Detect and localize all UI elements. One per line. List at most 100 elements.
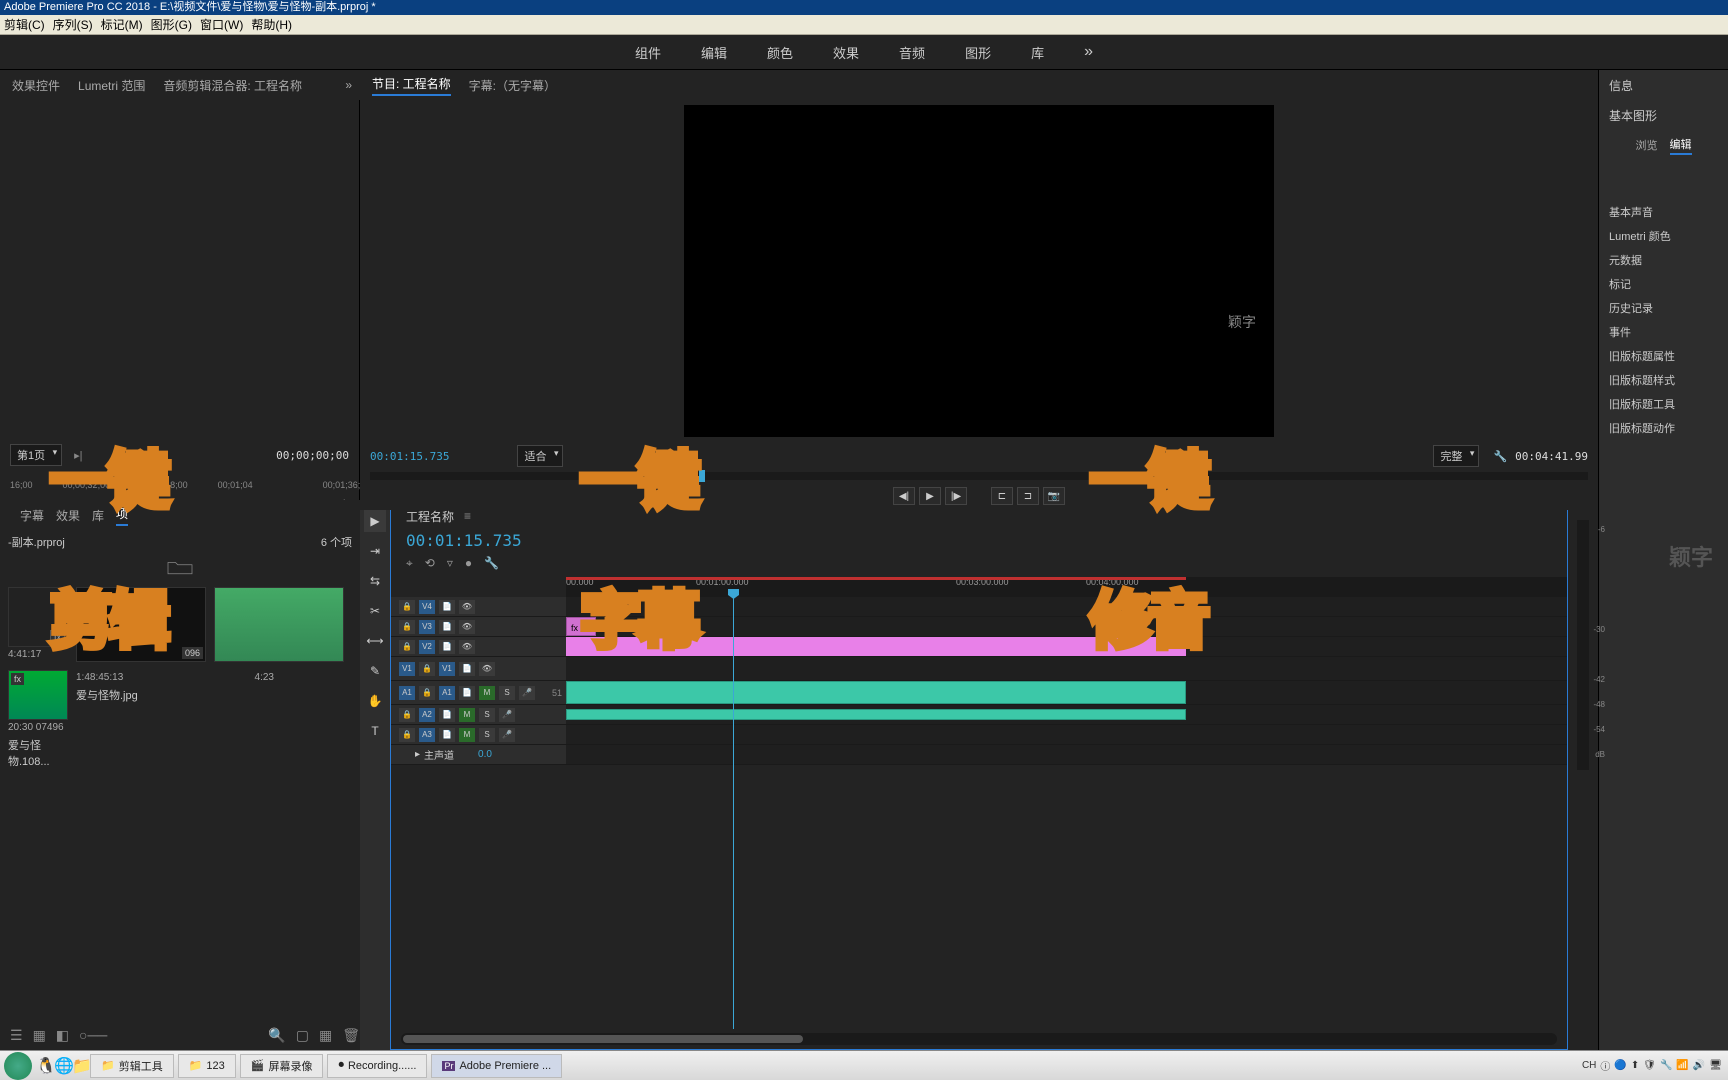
- sequence-name[interactable]: 工程名称: [406, 508, 454, 525]
- ws-graphics[interactable]: 图形: [965, 43, 991, 62]
- source-patch[interactable]: V1: [399, 662, 415, 676]
- pen-tool-icon[interactable]: ✎: [364, 660, 386, 682]
- solo-icon[interactable]: S: [479, 708, 495, 722]
- lock-icon[interactable]: 🔒: [399, 728, 415, 742]
- track-label[interactable]: V4: [419, 600, 435, 614]
- timeline-h-scroll[interactable]: [401, 1033, 1557, 1045]
- search-icon[interactable]: 🔍: [268, 1027, 285, 1044]
- project-item[interactable]: 4:23: [214, 670, 274, 771]
- ws-color[interactable]: 颜色: [767, 43, 793, 62]
- browse-tab[interactable]: 浏览: [1636, 137, 1658, 153]
- solo-icon[interactable]: S: [479, 728, 495, 742]
- audio-clip[interactable]: [566, 681, 1186, 704]
- lock-icon[interactable]: 🔒: [399, 620, 415, 634]
- start-button[interactable]: [4, 1052, 32, 1080]
- tabs-overflow-icon[interactable]: »: [345, 78, 352, 92]
- hand-tool-icon[interactable]: ✋: [364, 690, 386, 712]
- voice-icon[interactable]: 🎤: [499, 728, 515, 742]
- ripple-tool-icon[interactable]: ⇆: [364, 570, 386, 592]
- source-patch[interactable]: A1: [399, 686, 415, 700]
- freeform-icon[interactable]: ◧: [56, 1027, 69, 1044]
- panel-markers[interactable]: 标记: [1599, 272, 1728, 296]
- ws-effects[interactable]: 效果: [833, 43, 859, 62]
- tb-app-icon[interactable]: 🐧: [36, 1056, 54, 1076]
- wrench2-icon[interactable]: 🔧: [484, 556, 499, 571]
- tb-chrome-icon[interactable]: 🌐: [54, 1056, 72, 1076]
- tray-icon[interactable]: ⬆: [1631, 1060, 1639, 1071]
- program-tc-in[interactable]: 00:01:15.735: [370, 450, 449, 463]
- menu-sequence[interactable]: 序列(S): [53, 16, 93, 33]
- panel-essential-sound[interactable]: 基本声音: [1599, 200, 1728, 224]
- toggle-output-icon[interactable]: 📄: [439, 640, 455, 654]
- panel-legacy-title-tools[interactable]: 旧版标题工具: [1599, 392, 1728, 416]
- master-level[interactable]: 0.0: [478, 749, 492, 760]
- settings-icon[interactable]: ●: [465, 556, 472, 571]
- track-label[interactable]: A1: [439, 686, 455, 700]
- ws-more-icon[interactable]: »: [1084, 43, 1093, 61]
- tray-icon[interactable]: 🔵: [1614, 1060, 1626, 1071]
- eye-icon[interactable]: 👁: [459, 600, 475, 614]
- track-label[interactable]: V1: [439, 662, 455, 676]
- eye-icon[interactable]: 👁: [459, 620, 475, 634]
- toggle-output-icon[interactable]: 📄: [439, 600, 455, 614]
- eye-icon[interactable]: 👁: [479, 662, 495, 676]
- mute-icon[interactable]: M: [479, 686, 495, 700]
- trash-icon[interactable]: 🗑: [342, 1027, 360, 1044]
- tab-program[interactable]: 节目: 工程名称: [372, 75, 451, 96]
- panel-legacy-title-props[interactable]: 旧版标题属性: [1599, 344, 1728, 368]
- track-label[interactable]: A3: [419, 728, 435, 742]
- play-icon[interactable]: ▶: [919, 487, 941, 505]
- project-item[interactable]: [214, 587, 344, 662]
- taskbar-item[interactable]: 📁123: [178, 1054, 236, 1078]
- panel-history[interactable]: 历史记录: [1599, 296, 1728, 320]
- eye-icon[interactable]: 👁: [459, 640, 475, 654]
- track-label[interactable]: V3: [419, 620, 435, 634]
- tray-icon[interactable]: 🛡: [1643, 1060, 1656, 1071]
- lock-icon[interactable]: 🔒: [399, 600, 415, 614]
- menu-edit[interactable]: 剪辑(C): [4, 16, 45, 33]
- scrub-handle[interactable]: [699, 470, 705, 482]
- voice-icon[interactable]: 🎤: [499, 708, 515, 722]
- ws-audio[interactable]: 音频: [899, 43, 925, 62]
- type-tool-icon[interactable]: T: [364, 720, 386, 742]
- list-view-icon[interactable]: ☰: [10, 1027, 23, 1044]
- toggle-output-icon[interactable]: 📄: [439, 620, 455, 634]
- tb-app-icon[interactable]: 📁: [72, 1056, 90, 1076]
- info-tab[interactable]: 信息: [1599, 70, 1728, 100]
- selection-tool-icon[interactable]: ▶: [364, 510, 386, 532]
- edit-tab[interactable]: 编辑: [1670, 136, 1692, 155]
- tab-lumetri-scopes[interactable]: Lumetri 范围: [78, 77, 145, 94]
- menu-window[interactable]: 窗口(W): [200, 16, 243, 33]
- new-bin-icon[interactable]: ▢: [296, 1027, 309, 1044]
- resolution-dropdown[interactable]: 完整: [1433, 445, 1479, 467]
- expand-icon[interactable]: ▸: [415, 749, 420, 760]
- menu-marker[interactable]: 标记(M): [101, 16, 143, 33]
- ime-indicator[interactable]: CH: [1582, 1060, 1596, 1071]
- taskbar-item[interactable]: 📁剪辑工具: [90, 1054, 174, 1078]
- audio-clip[interactable]: [566, 709, 1186, 720]
- mark-out-icon[interactable]: ⊐: [1017, 487, 1039, 505]
- step-back-icon[interactable]: ◀|: [893, 487, 915, 505]
- voice-icon[interactable]: 🎤: [519, 686, 535, 700]
- taskbar-item-active[interactable]: PrAdobe Premiere ...: [431, 1054, 562, 1078]
- lock-icon[interactable]: 🔒: [399, 640, 415, 654]
- panel-metadata[interactable]: 元数据: [1599, 248, 1728, 272]
- essential-graphics-tab[interactable]: 基本图形: [1599, 100, 1728, 130]
- fit-dropdown[interactable]: 适合: [517, 445, 563, 467]
- tray-icon[interactable]: 📶: [1676, 1060, 1688, 1071]
- linked-selection-icon[interactable]: ⟲: [425, 556, 435, 571]
- playhead[interactable]: [733, 597, 734, 1029]
- preview-canvas[interactable]: 颖字: [684, 105, 1274, 437]
- scroll-thumb[interactable]: [403, 1035, 803, 1043]
- tab-effect-controls[interactable]: 效果控件: [12, 77, 60, 94]
- tab-captions-none[interactable]: 字幕:（无字幕）: [469, 77, 556, 94]
- project-item[interactable]: 1:48:45:13 爱与怪物.jpg: [76, 670, 206, 771]
- ws-assembly[interactable]: 组件: [635, 43, 661, 62]
- panel-events[interactable]: 事件: [1599, 320, 1728, 344]
- tray-icon[interactable]: 🔧: [1660, 1060, 1672, 1071]
- lock-icon[interactable]: 🔒: [399, 708, 415, 722]
- lock-icon[interactable]: 🔒: [419, 686, 435, 700]
- wrench-icon[interactable]: 🔧: [1493, 450, 1507, 463]
- tab-audio-mixer[interactable]: 音频剪辑混合器: 工程名称: [163, 77, 302, 94]
- taskbar-item[interactable]: 🎬屏幕录像: [240, 1054, 324, 1078]
